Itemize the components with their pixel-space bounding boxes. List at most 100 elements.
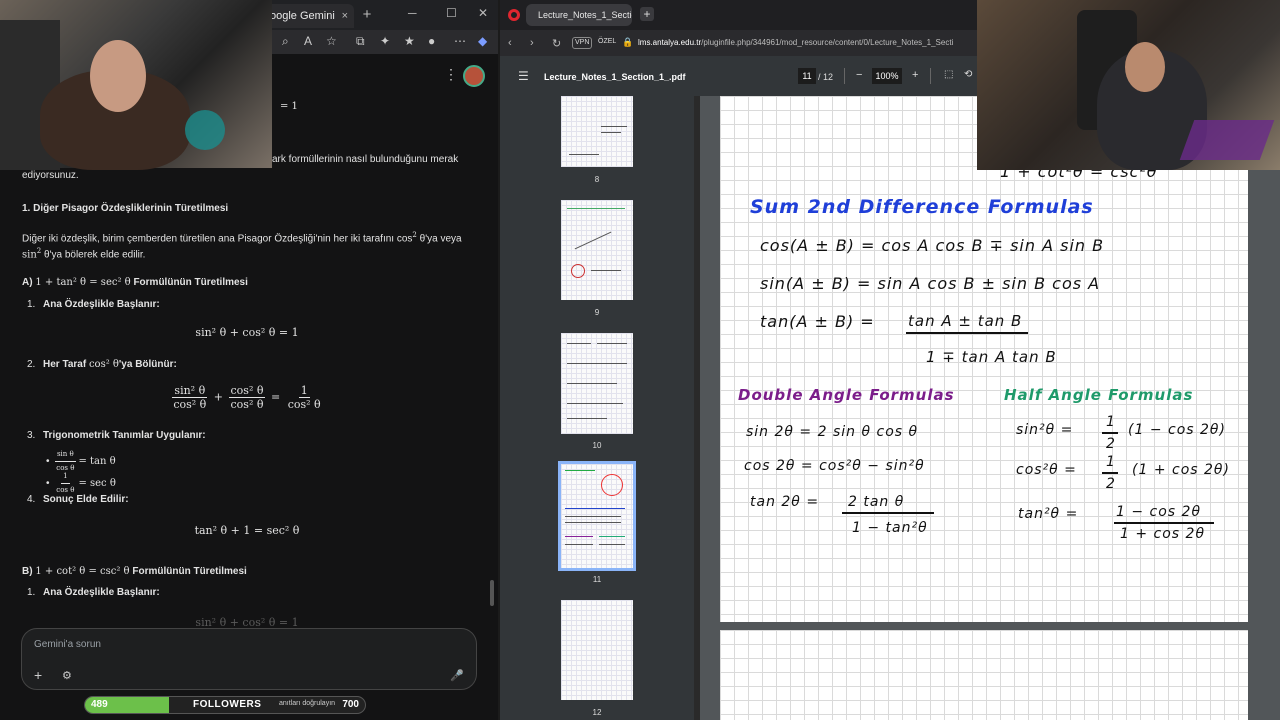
pdf-document-area[interactable]: 1 + cot²θ = csc²θ Sum 2nd Difference For… [700,96,1280,720]
text-fragment: ediyorsunuz. [22,170,79,181]
note-formula: tan(A ± B) = [760,312,875,331]
subsection-heading-b: B) 1 + cot² θ = csc² θ Formülünün Türeti… [22,566,247,577]
tab-lecture-notes[interactable]: Lecture_Notes_1_Section_ [526,4,632,26]
followers-goal-widget: 489 FOLLOWERS anıtları doğrulayın 700 [84,696,366,714]
fraction-bar [906,332,1028,334]
tab-title: oogle Gemini [270,10,335,22]
note-heading-half-angle: Half Angle Formulas [1004,386,1194,404]
fit-page-icon[interactable]: ⬚ [944,69,953,80]
step-number: 3. [27,430,36,441]
page-thumbnail-9[interactable] [561,200,633,300]
text-fragment: ark formüllerinin nasıl bulunduğunu mera… [272,154,459,165]
sidebar-menu-icon[interactable]: ☰ [518,69,529,83]
page-thumbnail-12[interactable] [561,600,633,700]
underlying-text: anıtları doğrulayın [279,700,336,707]
desktop: oogle Gemini × + ─ ☐ ✕ ⌕ A ☆ ⧉ ✦ ★ ● ⋯ ◆… [0,0,1280,720]
new-tab-button[interactable]: + [640,7,654,21]
webcam-overlay-right [977,0,1280,170]
copilot-icon[interactable]: ◆ [478,34,487,48]
tab-gemini[interactable]: oogle Gemini × [262,4,354,28]
note-formula: sin²θ = [1016,422,1074,438]
minimize-icon[interactable]: ─ [408,6,417,20]
profile-icon[interactable]: ● [428,34,435,48]
followers-goal: 700 [342,699,359,710]
microphone-icon[interactable]: 🎤 [450,669,464,682]
page-thumbnail-10[interactable] [561,333,633,434]
webcam-microphone [185,110,225,150]
note-formula: (1 − cos 2θ) [1128,422,1226,438]
page-number-input[interactable]: 11 [798,68,816,84]
toolbar-divider [844,68,845,84]
note-formula: (1 + cos 2θ) [1132,462,1230,478]
kebab-menu-icon[interactable]: ⋮ [444,66,458,83]
toolbar-divider [930,68,931,84]
back-icon[interactable]: ‹ [508,37,512,49]
vpn-badge[interactable]: VPN [572,37,593,49]
note-fraction-numerator: 1 [1106,414,1116,430]
maximize-icon[interactable]: ☐ [446,6,457,20]
fraction-bar [842,512,934,514]
paragraph-line: sin2 θ'ya bölerek elde edilir. [22,247,146,261]
step-label: Ana Özdeşlikle Başlanır: [43,299,160,310]
more-menu-icon[interactable]: ⋯ [454,34,466,48]
read-aloud-icon[interactable]: A [304,34,312,48]
zoom-in-button[interactable]: + [912,69,918,81]
followers-label: FOLLOWERS [193,699,262,710]
zoom-icon[interactable]: ⌕ [282,34,289,49]
pdf-page-11: 1 + cot²θ = csc²θ Sum 2nd Difference For… [720,96,1248,622]
new-tab-button[interactable]: + [358,6,376,24]
prompt-input[interactable]: Gemini'a sorun + ⚙ 🎤 [21,628,477,690]
fraction-bar [1114,522,1214,524]
thumbnail-label: 9 [594,308,600,317]
note-fraction-numerator: 2 tan θ [848,494,905,510]
chat-scrollbar[interactable] [490,580,494,606]
page-thumbnail-11[interactable] [558,461,636,571]
thumbnail-label: 11 [592,575,602,584]
page-total: / 12 [818,72,834,82]
step-number: 1. [27,587,36,598]
favorites-icon[interactable]: ★ [404,34,415,48]
webcam-overlay-left [0,0,272,170]
lock-icon[interactable]: 🔒 [622,37,633,48]
step-number: 4. [27,494,36,505]
reload-icon[interactable]: ↻ [552,37,561,50]
note-formula: cos²θ = [1016,462,1077,478]
step-label: Trigonometrik Tanımlar Uygulanır: [43,430,206,441]
zoom-input[interactable]: 100% [872,68,902,84]
zoom-out-button[interactable]: − [856,69,862,81]
url-field[interactable]: lms.antalya.edu.tr/pluginfile.php/344961… [638,38,953,47]
followers-current: 489 [91,699,108,710]
equation-fractions: sin² θ cos² θ + cos² θ cos² θ = 1 cos² θ [172,384,321,411]
thumbnail-label: 8 [594,175,600,184]
close-tab-icon[interactable]: × [342,4,348,28]
extensions-icon[interactable]: ✦ [380,34,390,48]
forward-icon[interactable]: › [530,37,534,49]
step-label: Her Taraf cos² θ'ya Bölünür: [43,359,177,370]
webcam-keyboard [1179,120,1275,160]
note-formula: sin 2θ = 2 sin θ cos θ [746,424,919,440]
opera-logo-icon[interactable] [508,9,520,21]
note-formula: cos 2θ = cos²θ − sin²θ [744,458,925,474]
page-thumbnail-8[interactable] [561,96,633,167]
note-fraction-denominator: 1 ∓ tan A tan B [926,348,1057,366]
note-formula: tan²θ = [1018,506,1079,522]
thumbnail-label: 10 [592,441,602,450]
note-formula: sin(A ± B) = sin A cos B ± sin B cos A [760,274,1101,293]
subsection-heading-a: A) 1 + tan² θ = sec² θ Formülünün Türeti… [22,277,248,288]
thumbnail-sidebar: 8 9 10 11 12 [500,96,700,720]
favorite-star-icon[interactable]: ☆ [326,34,337,48]
rotate-icon[interactable]: ⟲ [964,69,972,80]
thumbnail-label: 12 [592,708,602,717]
pdf-page-12 [720,630,1248,720]
split-screen-icon[interactable]: ⧉ [356,34,365,49]
avatar[interactable] [463,65,485,87]
webcam-person-face [1125,42,1165,92]
private-badge: ÖZEL [598,38,617,45]
note-fraction-numerator: 1 − cos 2θ [1116,504,1202,520]
close-window-icon[interactable]: ✕ [478,6,488,20]
note-fraction-numerator: 1 [1106,454,1116,470]
tools-icon[interactable]: ⚙ [62,669,72,682]
webcam-person-face [90,40,146,112]
add-icon[interactable]: + [34,667,42,683]
section-heading: 1. Diğer Pisagor Özdeşliklerinin Türetil… [22,203,229,214]
